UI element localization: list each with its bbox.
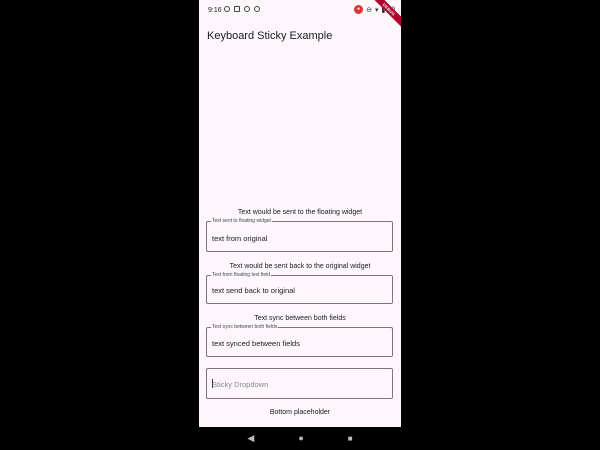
field-caption-original: Text would be sent back to the original … (229, 263, 371, 270)
notification-icons (224, 6, 260, 12)
dnd-icon: ⊖ (366, 6, 372, 14)
back-icon[interactable]: ◀ (247, 434, 254, 443)
status-bar: 9:16 ● ⊖ ▾ ▮ 99 (199, 0, 401, 22)
field-label: Text from floating text field (211, 272, 272, 279)
text-field-synced[interactable]: Text sync between both fields text synce… (206, 324, 393, 357)
wifi-icon: ▾ (374, 6, 379, 14)
phone-screen: 9:16 ● ⊖ ▾ ▮ 99 DEBUG Keyboard Sticky Ex… (199, 0, 401, 450)
sticky-dropdown[interactable]: Sticky Dropdown (206, 368, 393, 399)
field-value: text synced between fields (212, 339, 300, 348)
field-caption-floating: Text would be sent to the floating widge… (237, 209, 363, 216)
settings-icon (224, 6, 230, 12)
dropdown-placeholder: Sticky Dropdown (212, 380, 269, 389)
app-title: Keyboard Sticky Example (207, 30, 333, 42)
navigation-bar: ◀ ● ■ (199, 427, 401, 450)
field-caption-sync: Text sync between both fields (254, 315, 346, 322)
sim-icon (234, 6, 240, 12)
field-value: text from original (212, 234, 268, 243)
recents-icon[interactable]: ■ (348, 434, 353, 443)
status-time: 9:16 (208, 7, 222, 14)
text-field-from-floating[interactable]: Text from floating text field text send … (206, 272, 393, 304)
field-label: Text sent to floating widget (211, 218, 272, 225)
settings-icon (244, 6, 250, 12)
field-label: Text sync between both fields (211, 324, 279, 331)
home-icon[interactable]: ● (298, 434, 303, 443)
field-value: text send back to original (212, 286, 295, 295)
settings-icon (254, 6, 260, 12)
text-field-sent-to-floating[interactable]: Text sent to floating widget text from o… (206, 218, 393, 252)
recording-icon: ● (354, 5, 364, 14)
bottom-placeholder: Bottom placeholder (269, 409, 331, 416)
